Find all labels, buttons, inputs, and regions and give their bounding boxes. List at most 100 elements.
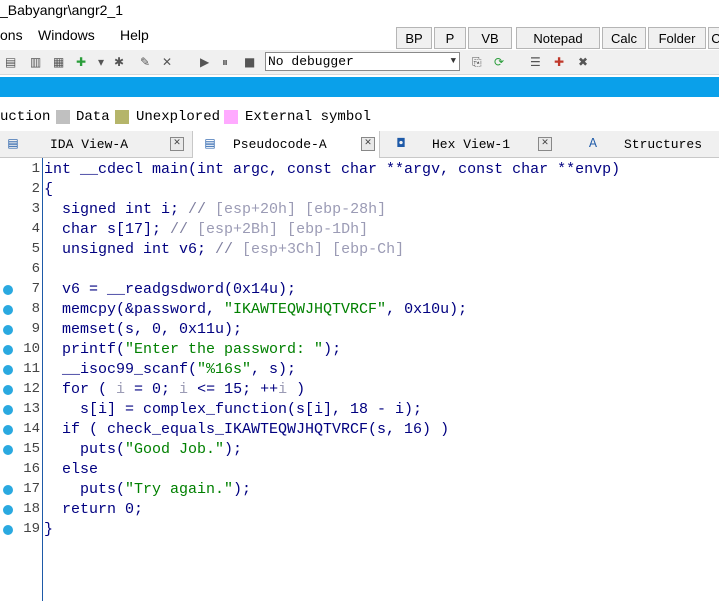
line-number: 15 [23,441,40,457]
code-line[interactable]: 18 return 0; [0,500,719,520]
breakpoint-dot-icon[interactable] [3,325,13,335]
legend-unexplored-swatch [115,110,129,124]
code-text[interactable]: puts("Good Job."); [44,441,242,458]
pseudocode-view[interactable]: 1 int __cdecl main(int argc, const char *… [0,158,719,601]
code-text[interactable]: memcpy(&password, "IKAWTEQWJHQTVRCF", 0x… [44,301,467,318]
delete-icon[interactable]: ✕ [162,53,172,71]
line-number: 13 [23,401,40,417]
code-line[interactable]: 4 char s[17]; // [esp+2Bh] [ebp-1Dh] [0,220,719,240]
line-number: 5 [31,241,40,257]
code-line[interactable]: 5 unsigned int v6; // [esp+3Ch] [ebp-Ch] [0,240,719,260]
menu-help[interactable]: Help [120,27,149,43]
navigation-band[interactable] [0,77,719,97]
menu-windows[interactable]: Windows [38,27,95,43]
code-line[interactable]: 1 int __cdecl main(int argc, const char *… [0,160,719,180]
legend-data-swatch [56,110,70,124]
line-number: 16 [23,461,40,477]
breakpoint-remove-icon[interactable]: ✖ [578,53,588,71]
breakpoint-dot-icon[interactable] [3,405,13,415]
code-line[interactable]: 17 puts("Try again."); [0,480,719,500]
code-text[interactable]: memset(s, 0, 0x11u); [44,321,242,338]
code-text[interactable]: v6 = __readgsdword(0x14u); [44,281,296,298]
breakpoint-dot-icon[interactable] [3,525,13,535]
list-icon[interactable]: ☰ [530,53,541,71]
breakpoint-dot-icon[interactable] [3,425,13,435]
legend-data: Data [76,109,110,125]
pseudocode-icon: ▤ [204,136,216,150]
breakpoint-dot-icon[interactable] [3,385,13,395]
code-line[interactable]: 19} [0,520,719,540]
code-text[interactable]: for ( i = 0; i <= 15; ++i ) [44,381,305,398]
code-line[interactable]: 12 for ( i = 0; i <= 15; ++i ) [0,380,719,400]
line-number: 10 [23,341,40,357]
p-button[interactable]: P [434,27,466,49]
code-text[interactable]: else [44,461,98,478]
code-text[interactable]: char s[17]; // [esp+2Bh] [ebp-1Dh] [44,221,368,238]
close-icon[interactable]: ✕ [361,137,375,151]
breakpoint-dot-icon[interactable] [3,485,13,495]
line-number: 1 [31,161,40,177]
tab-ida-view-a[interactable]: ▤ IDA View-A ✕ [0,131,190,157]
code-text[interactable]: signed int i; // [esp+20h] [ebp-28h] [44,201,386,218]
attach-icon[interactable]: ⎘ [472,53,482,71]
code-line[interactable]: 6 [0,260,719,280]
toolbar-struct-icon[interactable]: ▦ [53,53,64,71]
menu-options[interactable]: ons [0,27,23,43]
vb-button[interactable]: VB [468,27,512,49]
code-text[interactable]: } [44,521,53,538]
edit-icon[interactable]: ✎ [140,53,150,71]
tab-pseudocode-a[interactable]: ▤ Pseudocode-A ✕ [192,131,380,158]
refresh-icon[interactable]: ⟳ [494,53,504,71]
bp-button[interactable]: BP [396,27,432,49]
legend-external-swatch [224,110,238,124]
close-icon[interactable]: ✕ [538,137,552,151]
dropdown-arrow-icon[interactable]: ▾ [98,53,104,71]
toolbar-code-icon[interactable]: ▤ [5,53,16,71]
code-line[interactable]: 11 __isoc99_scanf("%16s", s); [0,360,719,380]
breakpoint-dot-icon[interactable] [3,345,13,355]
code-text[interactable]: if ( check_equals_IKAWTEQWJHQTVRCF(s, 16… [44,421,449,438]
notepad-button[interactable]: Notepad [516,27,600,49]
ida-view-icon: ▤ [7,136,19,150]
code-text[interactable]: puts("Try again."); [44,481,251,498]
breakpoint-dot-icon[interactable] [3,285,13,295]
breakpoint-dot-icon[interactable] [3,445,13,455]
toolbar-data-icon[interactable]: ▥ [30,53,41,71]
breakpoint-dot-icon[interactable] [3,305,13,315]
play-icon[interactable]: ▶ [200,53,209,71]
code-text[interactable]: s[i] = complex_function(s[i], 18 - i); [44,401,422,418]
code-line[interactable]: 16 else [0,460,719,480]
code-line[interactable]: 9 memset(s, 0, 0x11u); [0,320,719,340]
code-text[interactable]: { [44,181,53,198]
code-line[interactable]: 15 puts("Good Job."); [0,440,719,460]
code-line[interactable]: 13 s[i] = complex_function(s[i], 18 - i)… [0,400,719,420]
code-text[interactable]: return 0; [44,501,143,518]
add-icon[interactable]: ✚ [76,53,86,71]
close-icon[interactable]: ✕ [170,137,184,151]
pause-icon[interactable]: ⏸ [222,53,228,71]
code-line[interactable]: 10 printf("Enter the password: "); [0,340,719,360]
code-line[interactable]: 2{ [0,180,719,200]
tab-structures[interactable]: A Structures [578,131,719,157]
breakpoint-dot-icon[interactable] [3,365,13,375]
code-text[interactable]: printf("Enter the password: "); [44,341,341,358]
code-line[interactable]: 8 memcpy(&password, "IKAWTEQWJHQTVRCF", … [0,300,719,320]
code-line[interactable]: 3 signed int i; // [esp+20h] [ebp-28h] [0,200,719,220]
breakpoint-add-icon[interactable]: ✚ [554,53,564,71]
line-number: 9 [31,321,40,337]
code-line[interactable]: 7 v6 = __readgsdword(0x14u); [0,280,719,300]
code-text[interactable]: __isoc99_scanf("%16s", s); [44,361,296,378]
legend-external-symbol: External symbol [245,109,372,125]
breakpoint-dot-icon[interactable] [3,505,13,515]
folder-button[interactable]: Folder [648,27,706,49]
tab-hex-view-1[interactable]: ◘ Hex View-1 ✕ [386,131,562,157]
line-number: 19 [23,521,40,537]
calc-button[interactable]: Calc [602,27,646,49]
code-line[interactable]: 14 if ( check_equals_IKAWTEQWJHQTVRCF(s,… [0,420,719,440]
code-text[interactable]: unsigned int v6; // [esp+3Ch] [ebp-Ch] [44,241,404,258]
debugger-select[interactable]: No debugger ▼ [265,52,460,71]
stop-icon[interactable]: ■ [244,53,255,71]
tool-icon[interactable]: ✱ [114,53,124,71]
c-button[interactable]: C [708,27,719,49]
code-text[interactable]: int __cdecl main(int argc, const char **… [44,161,620,178]
